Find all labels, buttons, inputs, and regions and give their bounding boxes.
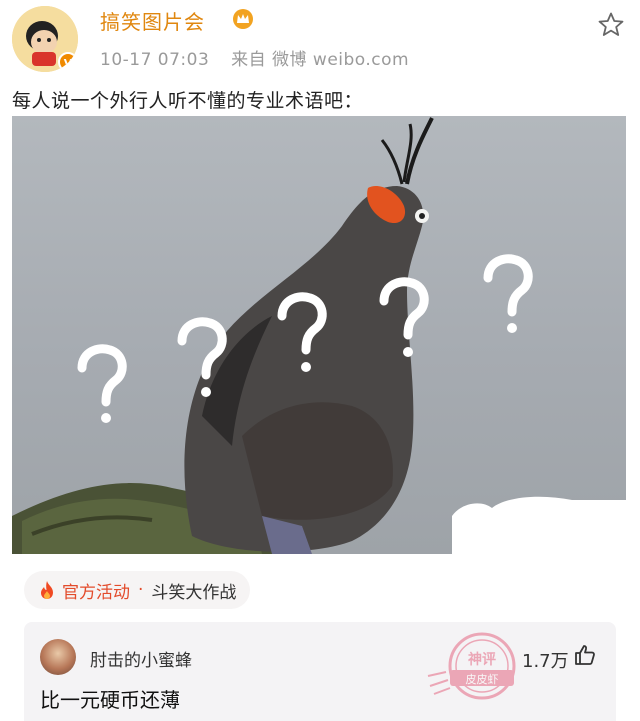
hot-comment[interactable]: 肘击的小蜜蜂 神评 皮皮虾 1.7万 比一元硬币还薄 xyxy=(24,622,616,721)
post-meta: 10-17 07:03 来自 微博 weibo.com xyxy=(100,45,409,70)
favorite-star-icon[interactable] xyxy=(597,11,625,39)
topic-secondary: 斗笑大作战 xyxy=(151,582,237,603)
topic-primary: 官方活动 xyxy=(62,582,130,603)
author-avatar[interactable]: V xyxy=(12,6,78,72)
commenter-name[interactable]: 肘击的小蜜蜂 xyxy=(90,646,192,671)
thumbs-up-icon[interactable] xyxy=(573,643,597,667)
topic-tag[interactable]: 官方活动 · 斗笑大作战 xyxy=(24,571,251,609)
post-text: 每人说一个外行人听不懂的专业术语吧： xyxy=(12,90,364,112)
comment-text: 比一元硬币还薄 xyxy=(40,688,180,712)
post-source: 来自 微博 weibo.com xyxy=(231,50,410,70)
bird-photo xyxy=(12,117,626,554)
topic-separator: · xyxy=(138,580,144,600)
hot-comment-stamp-icon: 神评 皮皮虾 xyxy=(427,632,516,700)
fire-icon xyxy=(41,581,53,599)
crown-icon xyxy=(233,9,253,29)
post-header: V 搞笑图片会 10-17 07:03 来自 微博 weibo.com xyxy=(0,0,640,80)
commenter-avatar[interactable] xyxy=(40,639,76,675)
like-count: 1.7万 xyxy=(522,651,569,672)
post-image[interactable] xyxy=(12,116,626,554)
author-name[interactable]: 搞笑图片会 xyxy=(100,6,205,35)
stamp-line2: 皮皮虾 xyxy=(466,673,499,686)
post-time: 10-17 07:03 xyxy=(100,50,210,70)
verified-badge: V xyxy=(58,52,78,72)
stamp-line1: 神评 xyxy=(468,651,496,668)
